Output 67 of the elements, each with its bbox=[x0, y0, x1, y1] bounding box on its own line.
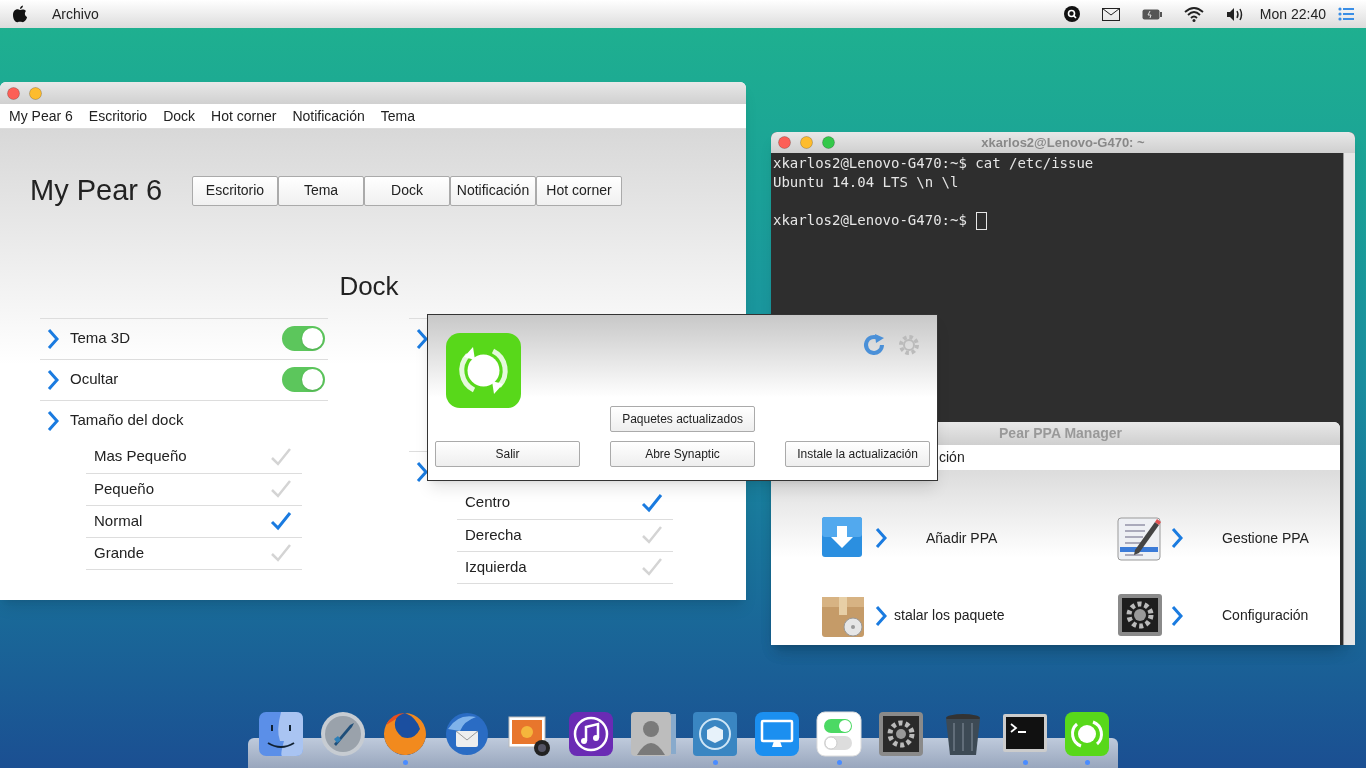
apple-icon[interactable] bbox=[12, 5, 28, 23]
terminal-prompt: xkarlos2@Lenovo-G470:~$ bbox=[773, 211, 967, 230]
chevron-icon[interactable] bbox=[415, 460, 429, 483]
battery-icon[interactable] bbox=[1141, 8, 1162, 20]
menu-item[interactable]: Dock bbox=[163, 105, 196, 127]
ppa-action[interactable]: Configuración bbox=[1222, 605, 1309, 626]
ppa-action[interactable]: Añadir PPA bbox=[926, 527, 998, 549]
close-button[interactable] bbox=[7, 86, 20, 100]
option-label: Normal bbox=[94, 510, 143, 531]
box-icon[interactable] bbox=[692, 711, 738, 757]
music-icon[interactable] bbox=[568, 711, 614, 757]
option-label: Grande bbox=[94, 542, 145, 563]
setting-label: Ocultar bbox=[70, 369, 120, 390]
menu-item[interactable]: ción bbox=[939, 447, 965, 468]
wifi-icon[interactable] bbox=[1183, 6, 1204, 22]
dialog-button[interactable]: Paquetes actualizados bbox=[610, 406, 755, 432]
chevron-icon[interactable] bbox=[415, 327, 429, 350]
ppa-action[interactable]: stalar los paquete bbox=[894, 605, 1005, 626]
toggles-icon[interactable] bbox=[816, 711, 862, 757]
menu-item[interactable]: Tema bbox=[380, 105, 416, 127]
menu-item[interactable]: My Pear 6 bbox=[9, 105, 73, 127]
sync-icon bbox=[446, 333, 521, 408]
sync-icon[interactable] bbox=[1064, 711, 1110, 757]
mail-icon[interactable] bbox=[1101, 7, 1120, 21]
ppa-action[interactable]: Gestione PPA bbox=[1222, 527, 1309, 549]
gear-icon[interactable] bbox=[1117, 593, 1162, 638]
section-button[interactable]: Hot corner bbox=[536, 175, 622, 206]
menu-item[interactable]: Hot corner bbox=[211, 105, 277, 127]
dialog-button[interactable]: Abre Synaptic bbox=[610, 441, 755, 467]
dialog-button[interactable]: Salir bbox=[435, 441, 580, 467]
section-title: Dock bbox=[339, 270, 399, 301]
scrollbar[interactable] bbox=[1343, 153, 1355, 645]
option-label: Centro bbox=[465, 492, 511, 513]
setting-label: Tamaño del dock bbox=[70, 410, 185, 431]
search-icon[interactable] bbox=[1063, 6, 1080, 22]
section-button[interactable]: Escritorio bbox=[192, 175, 278, 206]
check-icon[interactable] bbox=[641, 492, 663, 513]
window-title: xkarlos2@Lenovo-G470: ~ bbox=[981, 133, 1145, 152]
refresh-icon[interactable] bbox=[862, 333, 886, 357]
setting-label: Tema 3D bbox=[70, 328, 132, 349]
option-label: Pequeño bbox=[94, 478, 155, 499]
menu-item[interactable]: Escritorio bbox=[88, 105, 148, 127]
app-title: My Pear 6 bbox=[30, 173, 164, 208]
cursor bbox=[975, 211, 987, 230]
menu-item[interactable]: Notificación bbox=[292, 105, 365, 127]
section-button[interactable]: Notificación bbox=[450, 175, 536, 206]
gear-icon[interactable] bbox=[878, 711, 924, 757]
check-icon[interactable] bbox=[270, 511, 292, 531]
list-pencil-icon[interactable] bbox=[1117, 515, 1162, 561]
maximize-button[interactable] bbox=[822, 136, 835, 149]
window-title: Pear PPA Manager bbox=[999, 424, 1122, 443]
monitor-icon[interactable] bbox=[754, 711, 800, 757]
terminal-line: xkarlos2@Lenovo-G470:~$ cat /etc/issue bbox=[773, 154, 1095, 173]
terminal-line: Ubuntu 14.04 LTS \n \l bbox=[773, 173, 960, 192]
dialog-button[interactable]: Instale la actualización bbox=[785, 441, 930, 467]
toggle-switch[interactable] bbox=[282, 326, 325, 351]
toggle-switch[interactable] bbox=[282, 367, 325, 392]
clock[interactable]: Mon 22:40 bbox=[1259, 3, 1326, 25]
option-label: Derecha bbox=[465, 524, 522, 545]
contacts-icon[interactable] bbox=[630, 711, 676, 757]
menu-item[interactable]: Archivo bbox=[52, 3, 99, 25]
close-button[interactable] bbox=[778, 136, 791, 149]
list-icon[interactable] bbox=[1338, 7, 1354, 21]
option-label: Mas Pequeño bbox=[94, 446, 187, 467]
option-label: Izquierda bbox=[465, 556, 527, 577]
section-button[interactable]: Tema bbox=[278, 175, 364, 206]
section-button[interactable]: Dock bbox=[364, 175, 450, 206]
